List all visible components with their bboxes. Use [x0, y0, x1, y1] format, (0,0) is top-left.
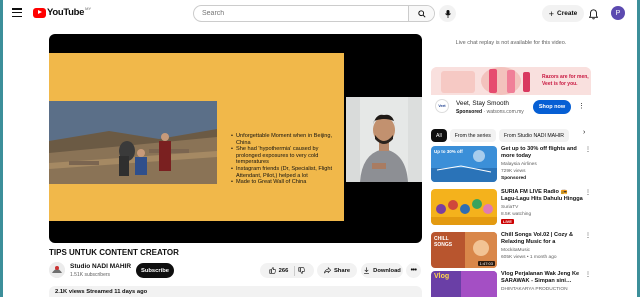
sponsored-label: Sponsored — [456, 109, 483, 115]
recommendation-item[interactable]: Up to 30% off Get up to 30% off flights … — [431, 146, 591, 182]
live-badge-row: LIVE — [501, 219, 516, 225]
share-label: Share — [333, 267, 351, 274]
ad-title[interactable]: Veet, Stay Smooth — [456, 100, 509, 107]
view-count-and-date: 2.1K views Streamed 11 days ago — [55, 289, 148, 295]
slide-bullet-list: Unforgettable Moment when in Beijing, Ch… — [231, 133, 343, 186]
svg-text:Veet is for you.: Veet is for you. — [542, 81, 578, 87]
share-button[interactable]: Share — [317, 263, 357, 278]
voice-search-button[interactable] — [439, 5, 456, 22]
svg-text:Razors are for men,: Razors are for men, — [542, 74, 589, 80]
like-count: 266 — [278, 267, 289, 274]
recommendation-channel: SuriaTV — [501, 205, 519, 210]
thumbnail-caption: Vlog — [434, 273, 450, 280]
filter-chips: All From the series From Studio NADI MAH… — [431, 129, 591, 142]
download-label: Download — [373, 267, 401, 274]
recommendation-thumbnail[interactable] — [431, 189, 497, 225]
download-button[interactable]: Download — [361, 263, 403, 278]
top-bar: YouTube MY + Create P — [3, 0, 637, 28]
recommendation-title[interactable]: Vlog Perjalanan Wak Jeng Ke SARAWAK - Si… — [501, 271, 583, 285]
microphone-icon — [444, 9, 451, 18]
recommendation-title[interactable]: SURIA FM LIVE Radio 📻 Lagu-Lagu Hits Dah… — [501, 189, 583, 203]
page-scrollbar[interactable] — [633, 40, 637, 290]
chip-all[interactable]: All — [431, 129, 447, 142]
great-wall-photo — [49, 101, 217, 184]
more-vertical-icon[interactable]: ⋮ — [578, 102, 585, 110]
webcam-overlay — [346, 97, 422, 182]
chevron-right-icon[interactable]: › — [583, 129, 585, 136]
channel-name[interactable]: Studio NADI MAHIR — [70, 263, 131, 270]
thumbnail-caption: CHILL SONGS — [434, 236, 453, 248]
more-vertical-icon[interactable]: ⋮ — [585, 271, 591, 278]
subscriber-count: 1.51K subscribers — [70, 272, 111, 278]
recommendation-item[interactable]: SURIA FM LIVE Radio 📻 Lagu-Lagu Hits Dah… — [431, 189, 591, 225]
create-button[interactable]: + Create — [542, 5, 584, 22]
plus-icon: + — [548, 8, 555, 19]
chip-from-series[interactable]: From the series — [449, 129, 496, 142]
shop-now-button[interactable]: Shop now — [533, 100, 571, 114]
video-player[interactable]: Unforgettable Moment when in Beijing, Ch… — [49, 34, 422, 243]
recommendation-thumbnail[interactable]: CHILL SONGS 1:47:03 — [431, 232, 497, 268]
menu-icon[interactable] — [12, 8, 22, 17]
recommendation-item[interactable]: CHILL SONGS 1:47:03 Chill Songs Vol.02 |… — [431, 232, 591, 268]
advertiser-logo[interactable]: Veet — [435, 99, 449, 113]
like-button[interactable]: 266 — [260, 263, 314, 278]
description-box[interactable]: 2.1K views Streamed 11 days ago — [49, 286, 422, 297]
ad-meta: Sponsored · watsons.com.my — [456, 109, 524, 115]
more-vertical-icon[interactable]: ⋮ — [585, 189, 591, 196]
live-chat-replay-note: Live chat replay is not available for th… — [455, 40, 567, 46]
youtube-play-icon — [33, 7, 46, 18]
subscribe-button[interactable]: Subscribe — [136, 263, 174, 278]
thumbs-down-icon[interactable] — [298, 267, 306, 274]
sponsored-badge: Sponsored — [501, 176, 527, 181]
recommendation-views: 8.5K watching — [501, 212, 532, 217]
more-horizontal-icon: ••• — [410, 267, 417, 274]
more-vertical-icon[interactable]: ⋮ — [585, 232, 591, 239]
channel-avatar[interactable] — [49, 262, 65, 278]
live-badge: LIVE — [501, 219, 514, 224]
bell-icon — [588, 9, 599, 20]
recommendation-channel: MockitaMusic — [501, 248, 531, 253]
slide-bullet: She had 'hypothermia' caused by prolonge… — [231, 146, 343, 166]
recommendation-channel: DHINTAKARYA PRODUCTION — [501, 287, 568, 292]
slide-bullet: Made to Great Wall of China — [231, 179, 343, 186]
app-window: YouTube MY + Create P — [0, 0, 640, 297]
ad-row: Veet Veet, Stay Smooth Sponsored · watso… — [431, 97, 591, 120]
search-input[interactable] — [194, 6, 408, 21]
slide-bullet: Unforgettable Moment when in Beijing, Ch… — [231, 133, 343, 146]
share-icon — [324, 267, 331, 274]
thumbs-up-icon — [269, 267, 276, 274]
more-actions-button[interactable]: ••• — [406, 263, 421, 278]
like-divider — [294, 265, 296, 276]
search-box — [193, 5, 435, 22]
recommendation-views: 605K views • 1 month ago — [501, 255, 557, 260]
recommendation-thumbnail[interactable]: Vlog — [431, 271, 497, 297]
notifications-button[interactable] — [588, 7, 599, 25]
thumbnail-caption: Up to 30% off — [434, 149, 463, 154]
recommendation-thumbnail[interactable]: Up to 30% off — [431, 146, 497, 182]
ad-banner-image[interactable]: Razors are for men, Veet is for you. — [431, 67, 591, 95]
recommendation-title[interactable]: Get up to 30% off flights and more today — [501, 146, 583, 160]
create-label: Create — [557, 10, 578, 17]
ad-domain: watsons.com.my — [486, 109, 524, 115]
recommendation-item[interactable]: Vlog Vlog Perjalanan Wak Jeng Ke SARAWAK… — [431, 271, 591, 297]
recommendation-title[interactable]: Chill Songs Vol.02 | Cozy & Relaxing Mus… — [501, 232, 583, 246]
logo-text: YouTube — [47, 7, 85, 18]
more-vertical-icon[interactable]: ⋮ — [585, 146, 591, 153]
duration-badge: 1:47:03 — [477, 261, 495, 266]
recommendation-views: 729K views — [501, 169, 526, 174]
account-avatar[interactable]: P — [611, 6, 625, 20]
slide-bullet: Instagram friends (Dr, Specialist, Fligh… — [231, 166, 343, 179]
presentation-slide: Unforgettable Moment when in Beijing, Ch… — [49, 53, 344, 221]
video-title: TIPS UNTUK CONTENT CREATOR — [49, 248, 179, 257]
chip-from-channel[interactable]: From Studio NADI MAHIR — [498, 129, 570, 142]
logo-region: MY — [85, 6, 92, 11]
search-icon — [417, 9, 426, 18]
search-button[interactable] — [408, 6, 434, 21]
recommendation-channel: Malaysia Airlines — [501, 162, 537, 167]
youtube-logo[interactable]: YouTube MY — [33, 6, 92, 18]
download-icon — [364, 267, 370, 274]
